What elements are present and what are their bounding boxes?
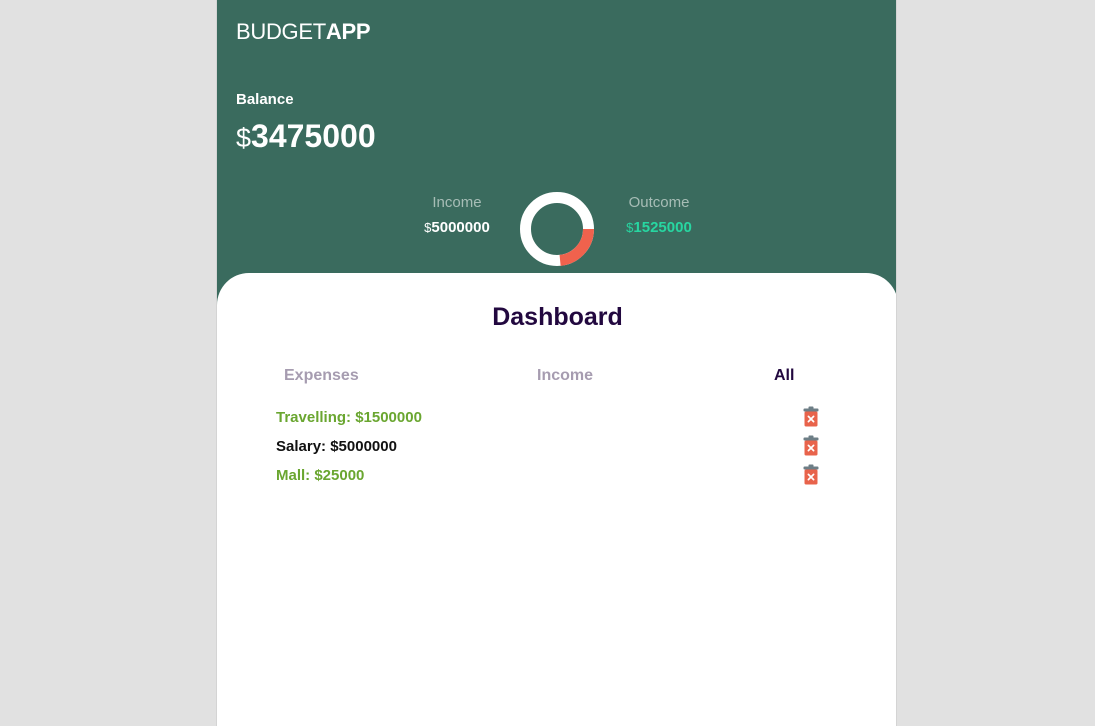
trash-icon[interactable] — [803, 406, 819, 427]
dashboard-panel: Dashboard Expenses Income All Travelling… — [217, 273, 896, 726]
budget-app: BUDGETAPP Balance $3475000 Income $50000… — [216, 0, 897, 726]
balance-label: Balance — [236, 91, 294, 108]
balance-value: $3475000 — [236, 118, 376, 155]
tab-all[interactable]: All — [774, 367, 794, 385]
entry-text: Salary: $5000000 — [276, 438, 397, 455]
outcome-summary: Outcome $1525000 — [615, 194, 703, 236]
entry-text: Mall: $25000 — [276, 467, 365, 484]
list-item: Travelling: $1500000 — [276, 406, 826, 430]
income-outcome-donut-chart — [520, 192, 594, 266]
app-logo: BUDGETAPP — [236, 19, 371, 45]
dashboard-title: Dashboard — [492, 303, 623, 331]
trash-icon[interactable] — [803, 435, 819, 456]
list-item: Salary: $5000000 — [276, 435, 826, 459]
brand-light: BUDGET — [236, 19, 326, 44]
outcome-summary-value: $1525000 — [615, 219, 703, 236]
entry-text: Travelling: $1500000 — [276, 409, 422, 426]
balance-amount: 3475000 — [251, 118, 376, 154]
income-summary: Income $5000000 — [413, 194, 501, 236]
income-summary-value: $5000000 — [413, 219, 501, 236]
balance-currency: $ — [236, 123, 252, 153]
brand-bold: APP — [325, 19, 371, 44]
tab-expenses[interactable]: Expenses — [284, 367, 359, 385]
tab-income[interactable]: Income — [537, 367, 593, 385]
income-amount: 5000000 — [431, 219, 490, 236]
outcome-summary-label: Outcome — [628, 194, 690, 211]
income-summary-label: Income — [432, 194, 482, 211]
list-item: Mall: $25000 — [276, 464, 826, 488]
trash-icon[interactable] — [803, 464, 819, 485]
outcome-amount: 1525000 — [633, 219, 692, 236]
